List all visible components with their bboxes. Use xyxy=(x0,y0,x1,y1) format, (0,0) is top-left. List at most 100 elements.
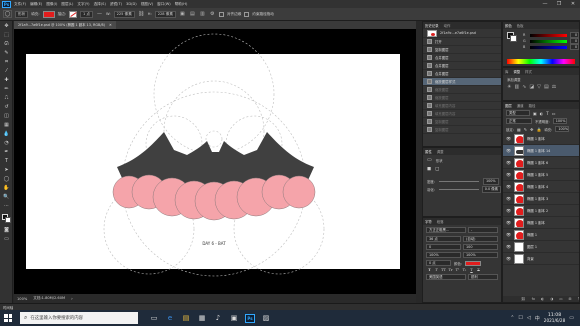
brush-tool-icon[interactable]: ✏ xyxy=(2,86,11,93)
constrain-paths-checkbox[interactable] xyxy=(244,11,250,17)
background-color-swatch[interactable] xyxy=(5,217,11,223)
status-menu-arrow-icon[interactable]: › xyxy=(71,296,73,301)
ime-icon[interactable]: 中 xyxy=(535,315,540,322)
layer-row[interactable]: 👁 椭圆 1 副本 xyxy=(503,133,579,145)
tab-actions[interactable]: 动作 xyxy=(444,23,451,28)
menu-window[interactable]: 窗口(W) xyxy=(157,2,171,7)
history-item[interactable]: 复制图层 xyxy=(423,126,501,134)
start-button[interactable] xyxy=(0,310,16,326)
marquee-tool-icon[interactable]: ⬚ xyxy=(2,32,11,39)
language-select[interactable]: 美国英语 xyxy=(426,274,466,280)
gradient-tool-icon[interactable]: ▦ xyxy=(2,122,11,129)
align-edges-checkbox[interactable] xyxy=(218,11,224,17)
font-family-select[interactable]: 方正正粗黑... xyxy=(426,227,466,233)
subscript-button[interactable]: T₁ xyxy=(461,268,468,272)
layer-kind-filter[interactable]: 类型 xyxy=(506,110,530,116)
task-view-icon[interactable]: ▭ xyxy=(146,310,162,326)
document-tab[interactable]: 2f1a9...7a6f1e.psd @ 100% (椭圆 1 副本 13, R… xyxy=(14,21,116,29)
text-color-swatch[interactable] xyxy=(464,260,481,266)
stroke-type-icon[interactable]: — xyxy=(96,11,103,18)
history-brush-tool-icon[interactable]: ↺ xyxy=(2,104,11,111)
vector-mask-icon[interactable]: ◻ xyxy=(435,166,439,172)
faux-italic-button[interactable]: T xyxy=(433,268,440,272)
menu-view[interactable]: 视图(V) xyxy=(141,2,153,7)
clone-stamp-tool-icon[interactable]: ⎍ xyxy=(2,95,11,102)
font-style-select[interactable]: - xyxy=(468,227,498,233)
menu-type[interactable]: 文字(Y) xyxy=(77,2,89,7)
tab-paths[interactable]: 路径 xyxy=(529,103,536,108)
screen-mode-icon[interactable]: ▭ xyxy=(2,236,11,243)
history-item[interactable]: 合并图层 xyxy=(423,62,501,70)
ellipse-tool-preset-icon[interactable]: ◯ xyxy=(3,10,12,18)
font-size-field[interactable]: 36 点 xyxy=(426,236,461,242)
photoshop-taskbar-button[interactable]: Ps xyxy=(242,310,258,326)
tab-paragraph[interactable]: 段落 xyxy=(437,219,444,224)
all-caps-button[interactable]: TT xyxy=(440,268,447,272)
layer-visibility-eye-icon[interactable]: 👁 xyxy=(506,184,511,189)
blur-tool-icon[interactable]: 💧 xyxy=(2,131,11,138)
color-channel-value[interactable]: 0 xyxy=(569,44,579,50)
menu-edit[interactable]: 编辑(E) xyxy=(30,2,42,7)
new-adjustment-icon[interactable]: ◑ xyxy=(550,297,553,301)
notification-icon[interactable]: ▭ xyxy=(569,315,574,321)
history-item[interactable]: 填充图层内容 xyxy=(423,102,501,110)
tab-libraries[interactable]: 库 xyxy=(505,69,508,74)
settings-gear-icon[interactable]: ⚙ xyxy=(209,11,216,18)
fill-opacity-field[interactable]: 100% xyxy=(555,126,570,132)
curves-icon[interactable]: ∿ xyxy=(522,84,526,90)
type-tool-icon[interactable]: T xyxy=(2,158,11,165)
eyedropper-tool-icon[interactable]: ⁄ xyxy=(2,68,11,75)
layer-visibility-eye-icon[interactable]: 👁 xyxy=(506,136,511,141)
dodge-tool-icon[interactable]: ◔ xyxy=(2,140,11,147)
tab-properties[interactable]: 属性 xyxy=(425,149,432,154)
path-selection-tool-icon[interactable]: ➤ xyxy=(2,167,11,174)
density-value[interactable]: 100% xyxy=(482,177,499,185)
canvas-area[interactable]: DAY 6 - BAT xyxy=(14,29,416,294)
color-channel-slider[interactable] xyxy=(529,45,567,49)
pixel-mask-icon[interactable]: ◼ xyxy=(427,166,431,172)
document-tab-close-icon[interactable]: ✕ xyxy=(109,21,112,29)
pen-tool-icon[interactable]: ✒ xyxy=(2,149,11,156)
move-tool-icon[interactable]: ✥ xyxy=(2,23,11,30)
menu-file[interactable]: 文件(F) xyxy=(14,2,26,7)
network-icon[interactable]: ☐ xyxy=(518,315,522,321)
layer-visibility-eye-icon[interactable]: 👁 xyxy=(506,220,511,225)
tab-channels[interactable]: 通道 xyxy=(517,103,524,108)
new-group-icon[interactable]: ▭ xyxy=(559,297,562,301)
tray-chevron-icon[interactable]: ⌃ xyxy=(510,315,514,321)
feather-value[interactable]: 0.0 像素 xyxy=(481,185,501,193)
history-item[interactable]: 缩放图层 xyxy=(423,86,501,94)
more-tools-icon[interactable]: ⋯ xyxy=(2,203,11,210)
tab-layers[interactable]: 图层 xyxy=(505,103,512,108)
exposure-icon[interactable]: ◪ xyxy=(529,84,534,90)
fill-color-swatch[interactable] xyxy=(42,10,55,18)
link-icon[interactable]: ⛓ xyxy=(138,11,145,18)
healing-brush-tool-icon[interactable]: ✚ xyxy=(2,77,11,84)
lock-position-icon[interactable]: ✥ xyxy=(530,127,533,132)
anti-alias-select[interactable]: 锐利 xyxy=(468,274,498,280)
link-layers-icon[interactable]: ⛓ xyxy=(521,297,526,301)
menu-help[interactable]: 帮助(H) xyxy=(175,2,188,7)
history-item[interactable]: 打开 xyxy=(423,38,501,46)
filter-adjust-icon[interactable]: ◐ xyxy=(540,111,544,116)
history-item[interactable]: 复制图层 xyxy=(423,118,501,126)
history-item[interactable]: 合并图层 xyxy=(423,70,501,78)
add-mask-icon[interactable]: ◐ xyxy=(541,297,544,301)
history-item[interactable]: 复制图层 xyxy=(423,46,501,54)
layer-row[interactable]: 👁 背景 xyxy=(503,253,579,265)
color-balance-icon[interactable]: ⚖ xyxy=(552,84,556,90)
tab-adjust[interactable]: 调整 xyxy=(513,69,520,74)
superscript-button[interactable]: T¹ xyxy=(454,268,461,272)
layer-row[interactable]: 👁 图层 1 xyxy=(503,241,579,253)
volume-icon[interactable]: ◁ xyxy=(527,315,531,321)
layer-visibility-eye-icon[interactable]: 👁 xyxy=(506,196,511,201)
lock-all-icon[interactable]: 🔒 xyxy=(536,127,541,132)
tab-swatches[interactable]: 色板 xyxy=(517,23,524,28)
opacity-field[interactable]: 100% xyxy=(552,118,567,124)
layer-visibility-eye-icon[interactable]: 👁 xyxy=(506,160,511,165)
file-explorer-icon[interactable]: ▤ xyxy=(178,310,194,326)
filter-pixel-icon[interactable]: ▣ xyxy=(533,111,537,116)
stroke-width-field[interactable]: 1 点 xyxy=(80,10,94,18)
hand-tool-icon[interactable]: ✋ xyxy=(2,185,11,192)
lock-pixels-icon[interactable]: ✎ xyxy=(524,127,527,132)
